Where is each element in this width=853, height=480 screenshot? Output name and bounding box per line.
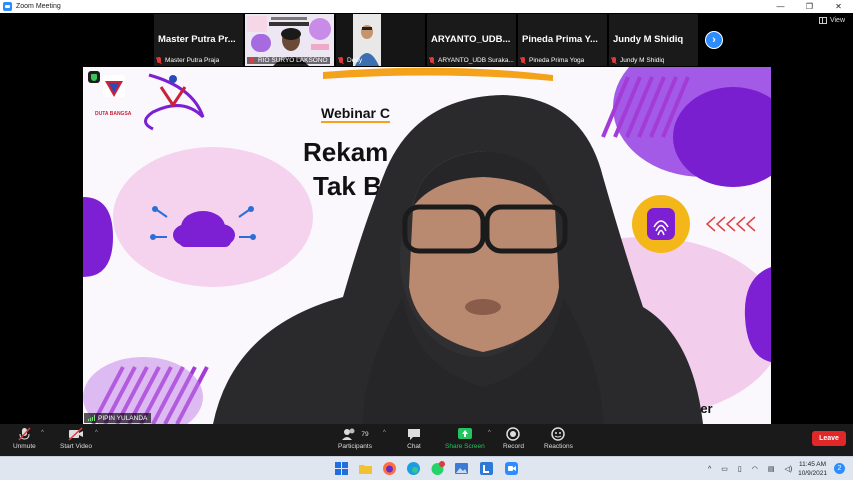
file-explorer-icon[interactable] (358, 461, 373, 476)
close-button[interactable]: ✕ (824, 0, 853, 13)
windows-start-icon[interactable] (334, 461, 349, 476)
mic-muted-icon (249, 57, 255, 64)
participants-options-caret[interactable]: ^ (383, 430, 386, 436)
participants-label: Participants (338, 443, 372, 450)
participant-tile[interactable]: Pineda Prima Y... Pineda Prima Yoga (518, 14, 607, 66)
notification-badge[interactable]: 2 (834, 463, 845, 474)
mic-muted-icon (156, 57, 162, 64)
keyboard-icon[interactable]: ▤ (768, 465, 775, 473)
participant-count: 79 (361, 430, 369, 438)
video-options-caret[interactable]: ^ (95, 430, 98, 436)
mic-muted-icon (429, 57, 435, 64)
maximize-button[interactable]: ❐ (795, 0, 824, 13)
participant-name: RIO SURYO LAKSONO (258, 57, 328, 64)
participant-display-name: Jundy M Shidiq (613, 34, 684, 45)
participant-display-name: Master Putra Pr... (158, 34, 236, 45)
participant-label: Pineda Prima Yoga (520, 57, 584, 64)
participant-label: Dedy (338, 57, 362, 64)
speaker-name-label: PIPIN YULANDA (84, 413, 152, 423)
participant-tile[interactable]: RIO SURYO LAKSONO (245, 14, 334, 66)
share-screen-button[interactable]: Share Screen (445, 427, 485, 450)
firefox-icon[interactable] (382, 461, 397, 476)
participant-name: Jundy M Shidiq (620, 57, 665, 64)
participant-name: Master Putra Praja (165, 57, 220, 64)
microphone-icon[interactable]: ▯ (738, 465, 742, 473)
participant-tile[interactable]: Jundy M Shidiq Jundy M Shidiq (609, 14, 698, 66)
start-video-button[interactable]: Start Video (60, 427, 92, 450)
camera-icon[interactable]: ▭ (721, 465, 728, 473)
share-screen-label: Share Screen (445, 443, 485, 450)
mic-muted-icon (520, 57, 526, 64)
reactions-button[interactable]: Reactions (544, 427, 573, 450)
title-bar: Zoom Meeting — ❐ ✕ (0, 0, 853, 13)
clock-time: 11:45 AM (799, 461, 827, 468)
unmute-label: Unmute (13, 443, 36, 450)
speaker-video: DUTA BANGSA Webinar C u Rekam l Tak B rt… (83, 67, 771, 424)
speaker-name: PIPIN YULANDA (98, 414, 148, 422)
record-label: Record (503, 443, 524, 450)
whatsapp-icon[interactable] (430, 461, 445, 476)
participant-name: Pineda Prima Yoga (529, 57, 585, 64)
edge-icon[interactable] (406, 461, 421, 476)
participant-tile[interactable]: Master Putra Pr... Master Putra Praja (154, 14, 243, 66)
zoom-app: Zoom Meeting — ❐ ✕ View Master Putra Pr.… (0, 0, 853, 480)
mic-muted-icon (611, 57, 617, 64)
window-controls: — ❐ ✕ (766, 0, 853, 13)
chevron-up-icon[interactable]: ^ (708, 466, 711, 473)
wifi-icon[interactable]: ◠ (752, 465, 758, 473)
audio-options-caret[interactable]: ^ (41, 430, 44, 436)
meeting-toolbar: Unmute ^ Start Video ^ 79 Participants ^… (0, 424, 853, 456)
participant-strip: Master Putra Pr... Master Putra Praja RI… (154, 14, 698, 66)
participants-button[interactable]: 79 Participants (338, 427, 372, 450)
language-app-icon[interactable] (479, 461, 494, 476)
view-label: View (829, 17, 845, 24)
window-title: Zoom Meeting (16, 3, 61, 10)
share-options-caret[interactable]: ^ (488, 430, 491, 436)
chat-label: Chat (407, 443, 421, 450)
participant-display-name: Pineda Prima Y... (522, 34, 598, 45)
record-icon (506, 427, 521, 441)
participant-name: ARYANTO_UDB Suraka... (438, 57, 514, 64)
chat-button[interactable]: Chat (407, 427, 421, 450)
minimize-button[interactable]: — (766, 0, 795, 13)
participant-tile[interactable]: ARYANTO_UDB... ARYANTO_UDB Suraka... (427, 14, 516, 66)
grid-view-icon (818, 17, 827, 24)
system-tray: ^ ▭ ▯ ◠ ▤ ◁) (708, 457, 792, 480)
participants-icon: 79 (341, 427, 369, 441)
participant-label: Master Putra Praja (156, 57, 219, 64)
mic-off-icon (17, 427, 31, 441)
audio-level-icon (88, 415, 95, 421)
participant-name: Dedy (347, 57, 363, 64)
participant-label: Jundy M Shidiq (611, 57, 664, 64)
unmute-button[interactable]: Unmute (13, 427, 36, 450)
share-screen-icon (457, 427, 472, 441)
speaker-figure (213, 95, 703, 424)
start-video-label: Start Video (60, 443, 93, 450)
zoom-logo-icon (3, 2, 12, 11)
windows-taskbar: ^ ▭ ▯ ◠ ▤ ◁) 11:45 AM 10/9/2021 2 (0, 456, 853, 480)
participant-label: ARYANTO_UDB Suraka... (429, 57, 514, 64)
mic-muted-icon (338, 57, 344, 64)
view-button[interactable]: View (818, 17, 845, 24)
reactions-label: Reactions (544, 443, 573, 450)
volume-icon[interactable]: ◁) (785, 465, 793, 473)
participant-label: RIO SURYO LAKSONO (247, 57, 330, 64)
clock-date: 10/9/2021 (798, 470, 827, 477)
photos-icon[interactable] (454, 461, 469, 476)
reactions-icon (551, 427, 566, 441)
leave-button[interactable]: Leave (812, 431, 846, 446)
video-off-icon (68, 427, 84, 441)
participant-tile[interactable]: Dedy (336, 14, 425, 66)
taskbar-clock[interactable]: 11:45 AM 10/9/2021 (798, 460, 827, 478)
chat-icon (407, 427, 421, 441)
record-button[interactable]: Record (503, 427, 524, 450)
zoom-taskbar-icon[interactable] (504, 461, 519, 476)
next-page-button[interactable]: › (705, 31, 723, 49)
participant-display-name: ARYANTO_UDB... (431, 34, 511, 45)
